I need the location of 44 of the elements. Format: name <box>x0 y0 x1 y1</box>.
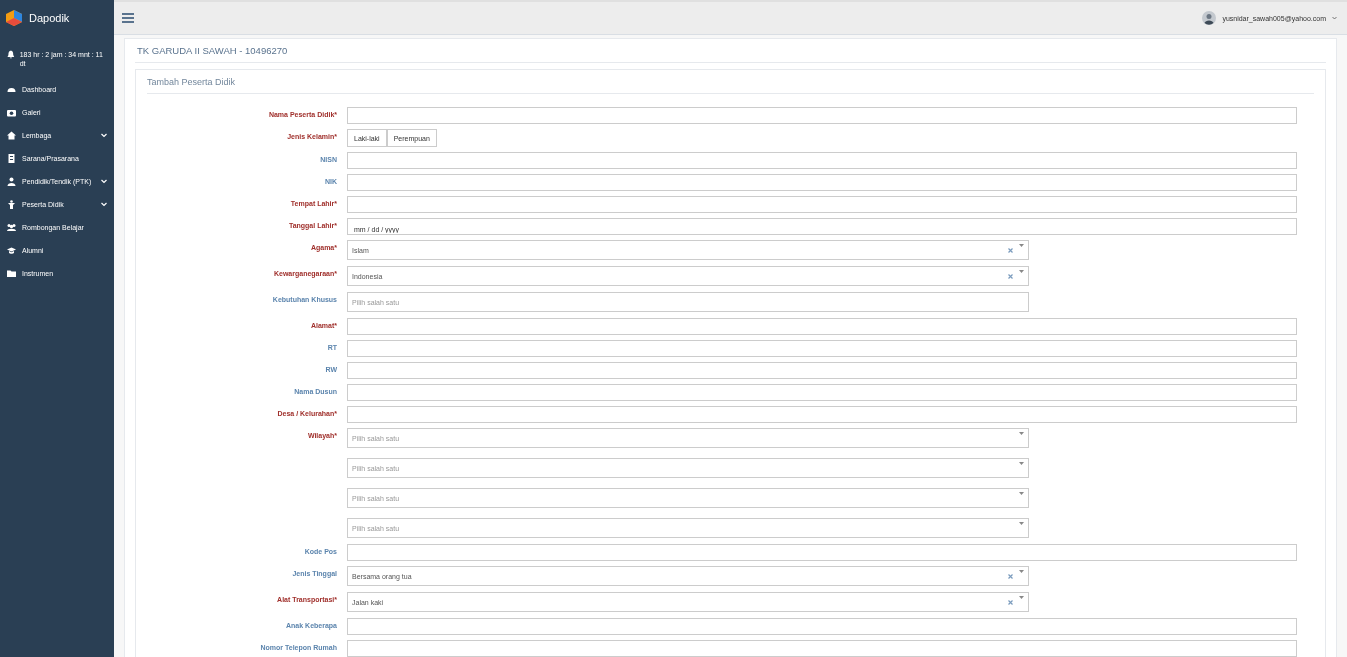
input-field[interactable] <box>347 362 1297 379</box>
child-icon <box>7 200 16 209</box>
form-title: Tambah Peserta Didik <box>147 70 1314 94</box>
home-icon <box>7 131 16 140</box>
dashboard-icon <box>7 85 16 94</box>
caret-down-icon <box>1019 596 1024 599</box>
folder-icon <box>7 269 16 278</box>
clear-icon <box>1008 247 1013 253</box>
input-field[interactable] <box>347 406 1297 423</box>
input-field[interactable] <box>347 318 1297 335</box>
caret-down-icon <box>1019 570 1024 573</box>
input-field[interactable] <box>347 174 1297 191</box>
input-field[interactable] <box>347 640 1297 657</box>
graduation-cap-icon <box>7 246 16 255</box>
input-field[interactable] <box>347 152 1297 169</box>
brand-name: Dapodik <box>29 12 70 24</box>
input-field[interactable] <box>347 340 1297 357</box>
input-field[interactable] <box>347 618 1297 635</box>
avatar-icon <box>1202 11 1217 25</box>
chevron-down-icon <box>101 133 107 138</box>
clear-icon <box>1008 599 1013 605</box>
input-field[interactable] <box>347 196 1297 213</box>
menu-icon <box>122 13 134 23</box>
clear-icon <box>1008 573 1013 579</box>
caret-down-icon <box>1019 492 1024 495</box>
caret-down-icon <box>1019 432 1024 435</box>
caret-down-icon <box>1019 244 1024 247</box>
camera-icon <box>7 108 16 117</box>
panel-title: TK GARUDA II SAWAH - 10496270 <box>135 39 1326 63</box>
bell-icon <box>7 50 15 59</box>
input-field[interactable] <box>347 384 1297 401</box>
user-icon <box>7 177 16 186</box>
logo-icon <box>5 9 23 27</box>
chevron-down-icon <box>101 179 107 184</box>
clear-icon <box>1008 273 1013 279</box>
caret-down-icon <box>1019 270 1024 273</box>
users-icon <box>7 223 16 232</box>
input-field[interactable] <box>347 107 1297 124</box>
chevron-down-icon <box>101 202 107 207</box>
caret-down-icon <box>1019 522 1024 525</box>
input-field[interactable] <box>347 544 1297 561</box>
caret-down-icon <box>1019 462 1024 465</box>
chevron-down-icon <box>1332 16 1337 20</box>
building-icon <box>7 154 16 163</box>
